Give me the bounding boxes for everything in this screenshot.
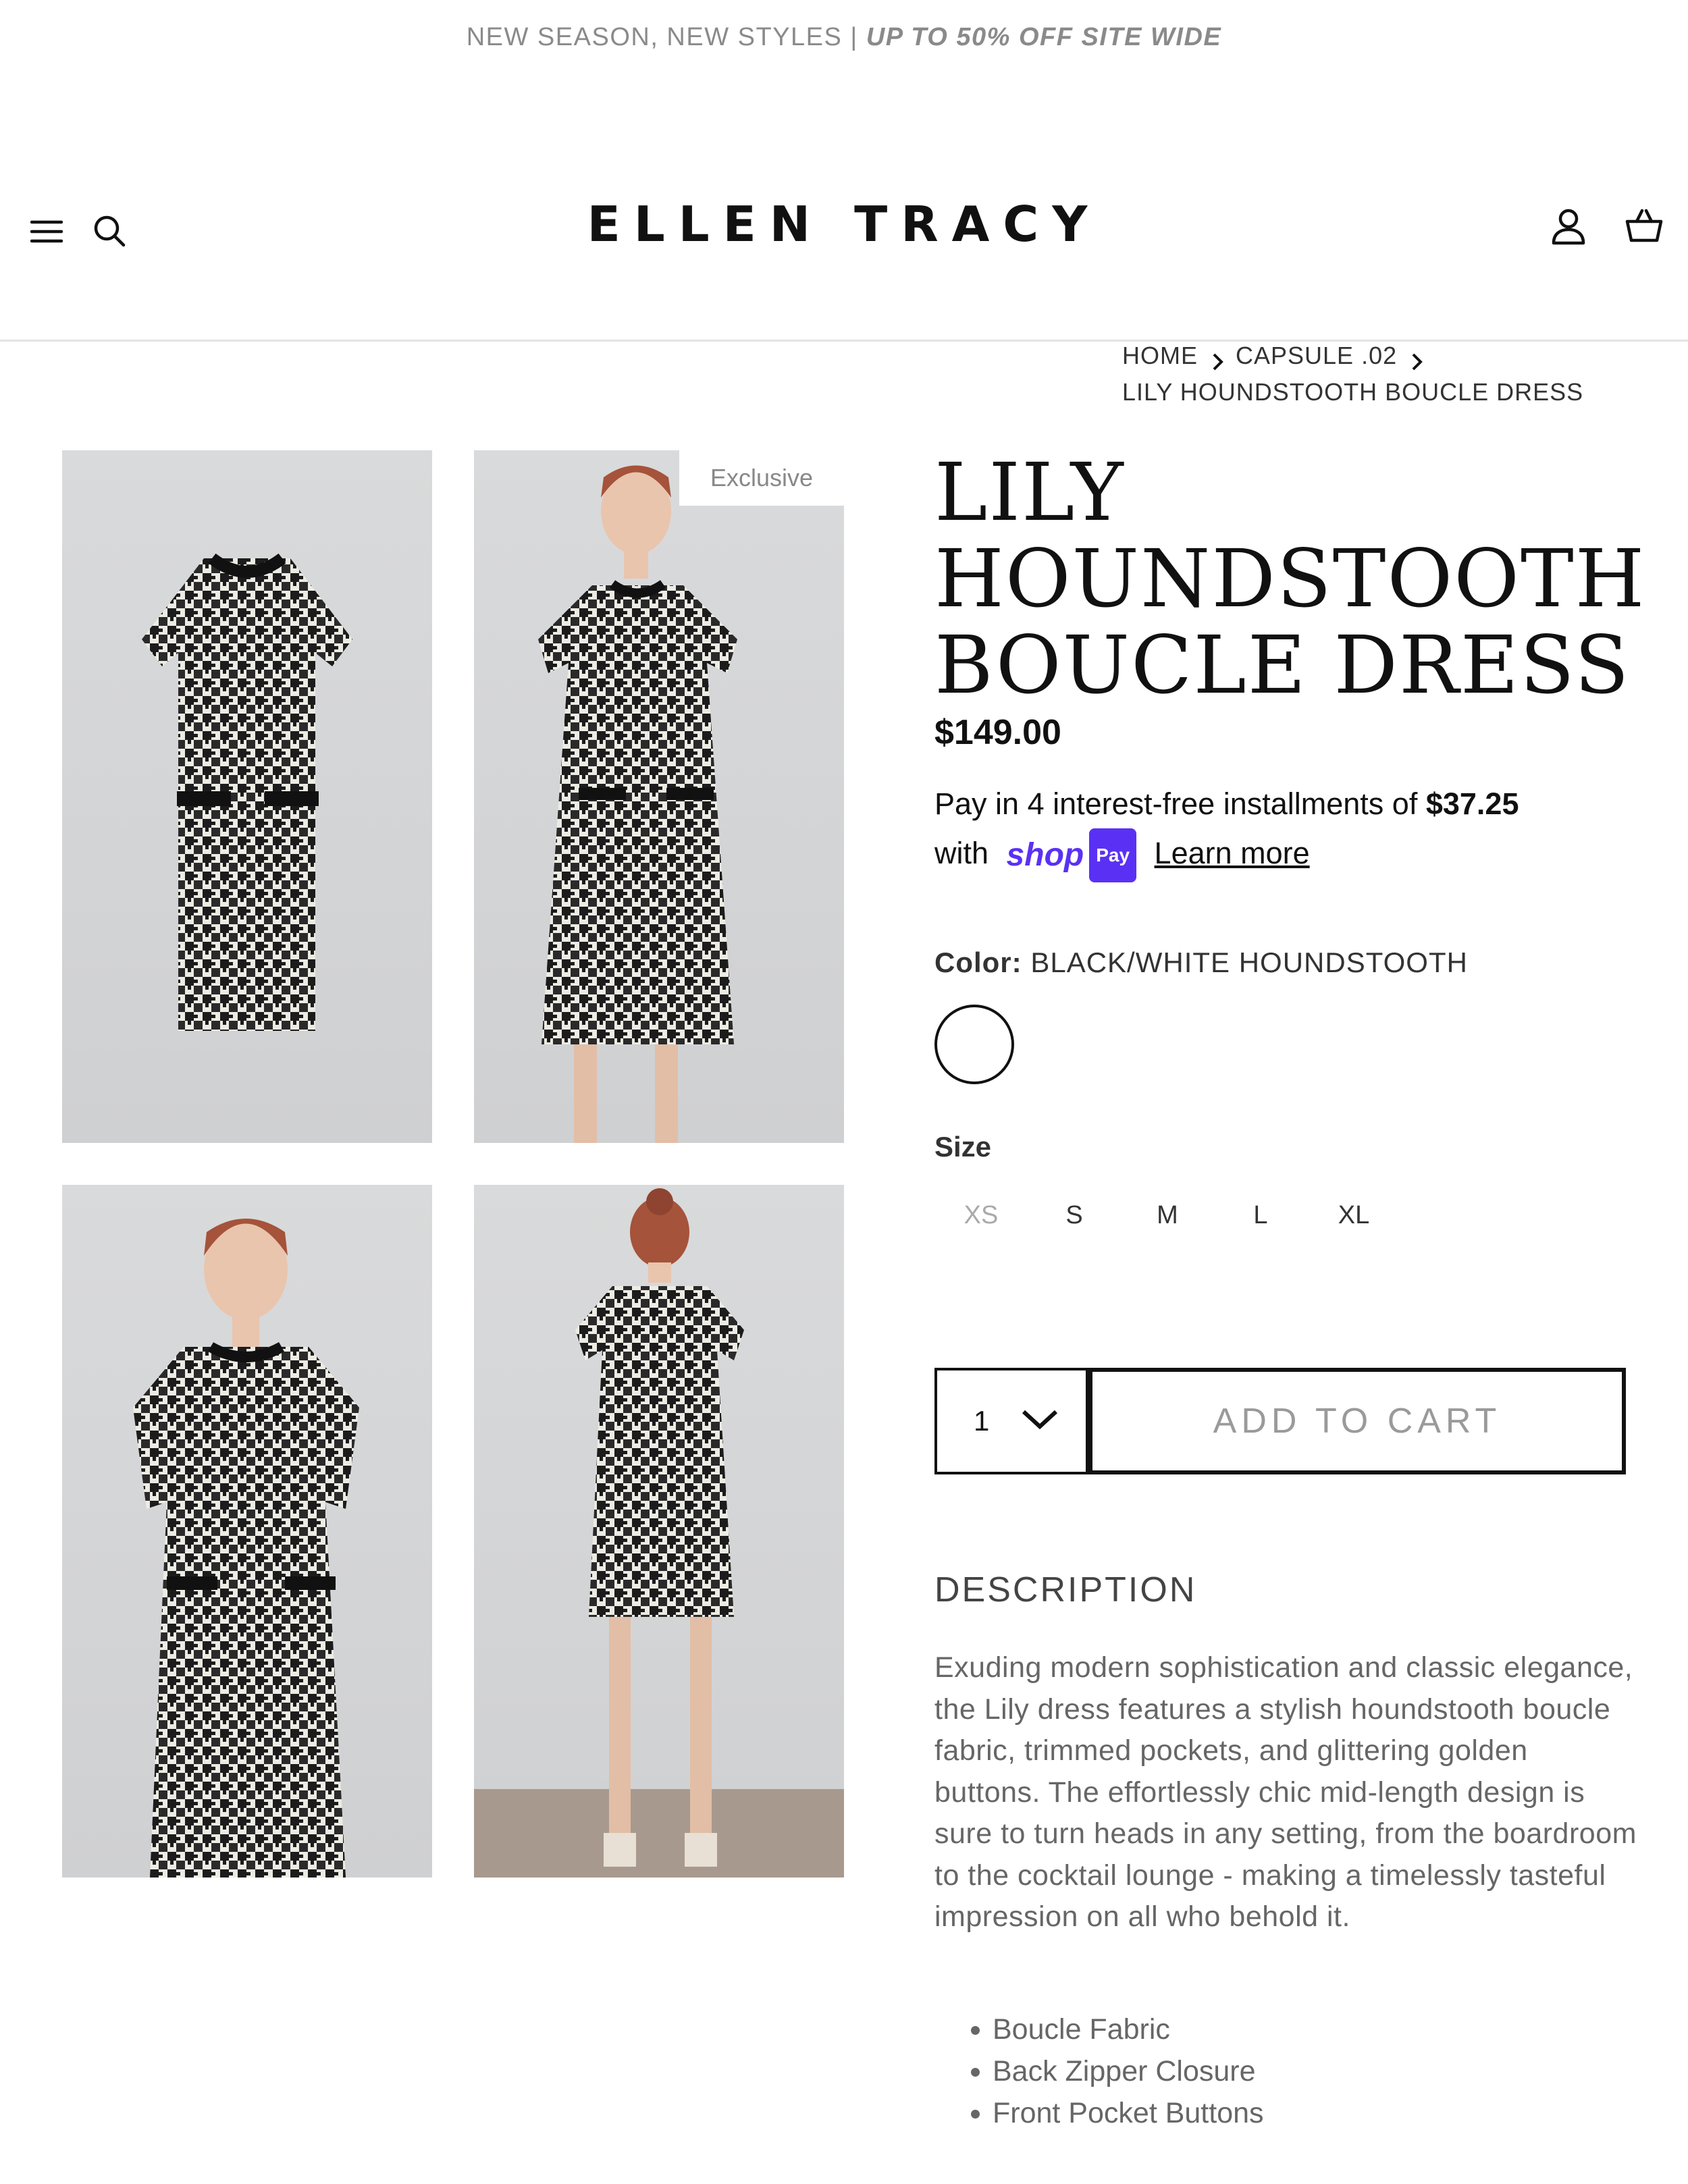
description-heading: DESCRIPTION	[934, 1570, 1197, 1609]
site-logo[interactable]: ELLEN TRACY	[0, 196, 1688, 252]
quantity-select[interactable]: 1	[934, 1368, 1088, 1474]
add-to-cart-button[interactable]: ADD TO CART	[1088, 1368, 1626, 1474]
color-value: BLACK/WHITE HOUNDSTOOTH	[1030, 947, 1468, 978]
announcement-text: NEW SEASON, NEW STYLES |	[466, 22, 858, 51]
product-image-front[interactable]: Exclusive	[474, 450, 844, 1143]
shop-pay-logo: shop Pay	[1006, 828, 1137, 882]
breadcrumb-home[interactable]: HOME	[1122, 338, 1198, 374]
product-image-closeup[interactable]	[62, 1185, 432, 1877]
model-closeup-illustration	[133, 1219, 359, 1877]
installment-amount: $37.25	[1425, 787, 1519, 821]
product-image-flat[interactable]	[62, 450, 432, 1143]
breadcrumb-collection[interactable]: CAPSULE .02	[1236, 338, 1397, 374]
chevron-right-icon	[1402, 346, 1429, 371]
product-image-back[interactable]	[474, 1185, 844, 1877]
description-bullets: Boucle Fabric Back Zipper Closure Front …	[934, 2008, 1264, 2134]
model-back-illustration	[474, 1188, 844, 1877]
shop-pay-badge: Pay	[1089, 828, 1137, 882]
color-label: Color: BLACK/WHITE HOUNDSTOOTH	[934, 947, 1468, 979]
breadcrumb-current: LILY HOUNDSTOOTH BOUCLE DRESS	[1122, 378, 1584, 406]
list-item: Boucle Fabric	[993, 2008, 1264, 2050]
chevron-down-icon	[1021, 1405, 1059, 1437]
breadcrumb: HOME CAPSULE .02 LILY HOUNDSTOOTH BOUCLE…	[1122, 338, 1583, 410]
color-label-key: Color:	[934, 947, 1022, 978]
size-option-xl[interactable]: XL	[1307, 1195, 1400, 1235]
product-price: $149.00	[934, 713, 1061, 752]
product-title: LILY HOUNDSTOOTH BOUCLE DRESS	[934, 449, 1664, 708]
product-title-line: BOUCLE DRESS	[934, 618, 1631, 712]
chevron-right-icon	[1203, 346, 1230, 371]
size-option-l[interactable]: L	[1214, 1195, 1307, 1235]
account-icon[interactable]	[1546, 203, 1591, 251]
product-title-line: HOUNDSTOOTH	[934, 532, 1646, 625]
shop-pay-shop: shop	[1006, 837, 1084, 873]
list-item: Front Pocket Buttons	[993, 2092, 1264, 2134]
announcement-bar: NEW SEASON, NEW STYLES | UP TO 50% OFF S…	[0, 0, 1688, 74]
color-swatch[interactable]	[934, 1005, 1014, 1084]
dress-flat-illustration	[142, 553, 352, 1031]
exclusive-badge: Exclusive	[679, 450, 844, 506]
installments-prefix: Pay in 4 interest-free installments of	[934, 787, 1418, 821]
list-item: Back Zipper Closure	[993, 2050, 1264, 2092]
installments-with: with	[934, 835, 989, 870]
size-option-m[interactable]: M	[1121, 1195, 1214, 1235]
learn-more-link[interactable]: Learn more	[1155, 836, 1310, 870]
description-text: Exuding modern sophistication and classi…	[934, 1651, 1637, 1933]
size-option-xs[interactable]: XS	[934, 1195, 1028, 1235]
announcement-promo[interactable]: UP TO 50% OFF SITE WIDE	[866, 23, 1221, 52]
size-label: Size	[934, 1131, 992, 1163]
size-options: XS S M L XL	[934, 1195, 1400, 1235]
quantity-value: 1	[974, 1405, 990, 1437]
product-title-line: LILY	[934, 446, 1125, 539]
model-front-illustration	[538, 465, 737, 1143]
cart-icon[interactable]	[1620, 201, 1668, 250]
installments-message: Pay in 4 interest-free installments of $…	[934, 780, 1650, 882]
size-option-s[interactable]: S	[1028, 1195, 1121, 1235]
site-header: ELLEN TRACY	[0, 74, 1688, 342]
